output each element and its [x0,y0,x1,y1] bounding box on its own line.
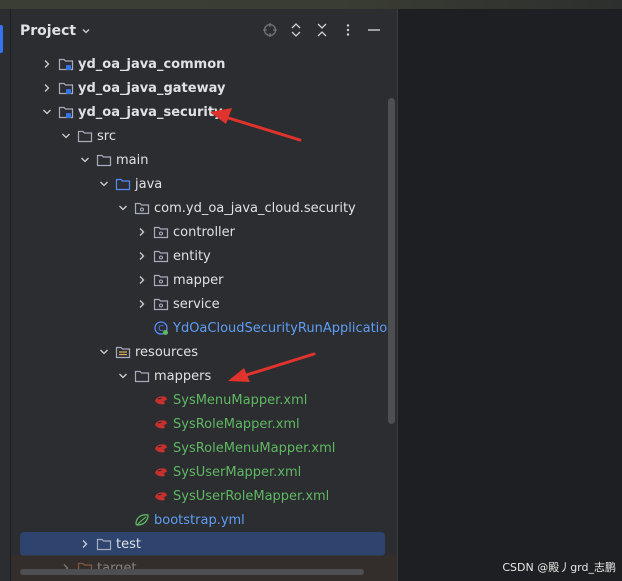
watermark: CSDN @殿丿grd_志鹏 [502,561,616,574]
annotation-arrow [210,108,302,142]
annotation-arrows [210,108,316,382]
ide-window: Project yd_oa_java_common yd_oa_java_gate… [0,0,622,581]
annotation-arrow [228,352,316,382]
